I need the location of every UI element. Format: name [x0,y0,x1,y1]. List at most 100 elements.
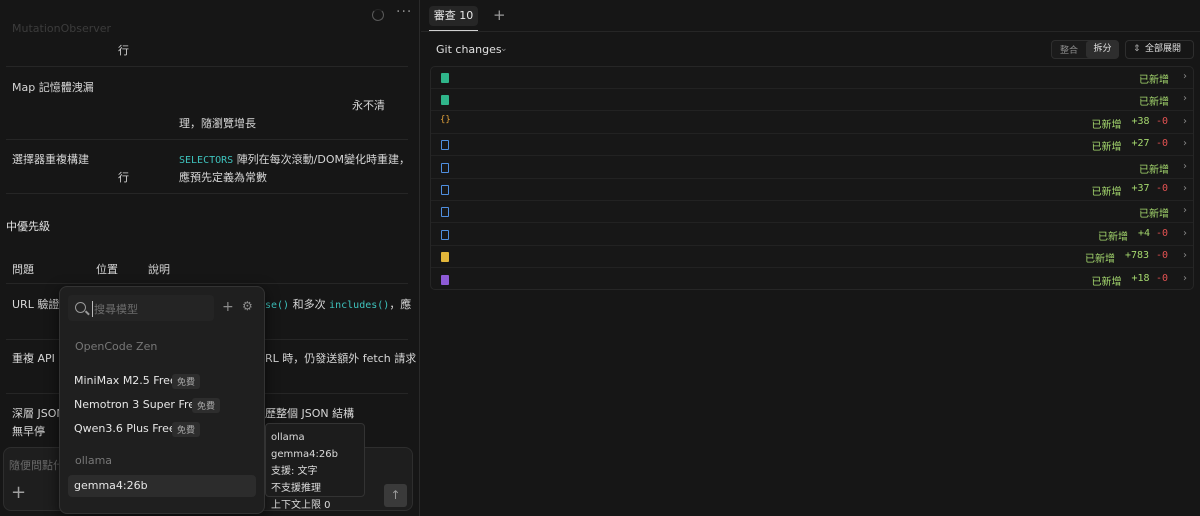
free-badge: 免費 [172,374,201,389]
col-header-issue: 問題 [12,263,34,276]
add-attachment-icon[interactable]: + [11,482,26,503]
chevron-right-icon[interactable]: › [1183,250,1187,261]
chevron-right-icon[interactable]: › [1183,273,1187,284]
image-file-icon [441,274,449,285]
chevron-right-icon[interactable]: › [1183,93,1187,104]
model-name: gemma4:26b [74,479,148,492]
additions-count: +18 [1131,272,1150,284]
deletions-count: -0 [1156,138,1169,150]
status-badge: 已新增 [1091,276,1122,288]
model-search-input[interactable]: 搜尋模型 [68,295,214,321]
model-item-qwen[interactable]: Qwen3.6 Plus Free 免費 [68,418,256,440]
model-item-nemotron[interactable]: Nemotron 3 Super Free 免費 [68,394,256,416]
document-file-icon [441,229,449,240]
document-file-icon [441,185,449,195]
model-info-tooltip: ollama gemma4:26b 支援: 文字 不支援推理 上下文上限 0 [265,423,365,511]
selector-rebuild-desc-a: SELECTORS 陣列在每次滾動/DOM變化時重建， [179,151,410,167]
chevron-right-icon[interactable]: › [1183,71,1187,82]
header-divider [421,31,1200,32]
prompt-placeholder: 隨便問點什 [9,459,64,472]
status-badge: 已新增 [1139,97,1169,109]
unified-view-button[interactable]: 整合 [1052,43,1086,56]
top-fragment: MutationObserver [12,22,112,35]
code-parse: se() [265,300,290,311]
script-file-icon [441,252,449,263]
chevron-right-icon[interactable]: › [1183,183,1187,194]
search-icon [75,302,86,313]
model-item-gemma[interactable]: gemma4:26b [68,475,256,497]
status-badge: 已新增 [1091,142,1122,154]
review-panel: 審查 10 + Git changes ⌄ 整合 拆分 ⇕ 全部展開 已新增 › 已… [421,0,1200,516]
settings-sliders-icon[interactable]: ⚙ [242,299,253,313]
row1-continuation: 行 [118,44,129,57]
chevron-right-icon[interactable]: › [1183,205,1187,216]
code-selectors: SELECTORS [179,155,234,166]
file-row[interactable]: 已新增 › [431,89,1193,112]
model-search-placeholder: 搜尋模型 [92,301,138,317]
split-view-button[interactable]: 拆分 [1086,41,1119,58]
url-desc-tail: ，應 [389,298,412,311]
issue-memory-leak: Map 記憶體洩漏 [12,81,94,94]
additions-count: +783 [1125,250,1150,262]
file-row[interactable]: -0 +18 已新增 › [431,269,1193,289]
issue-deep-json: 深層 JSON [12,407,65,420]
git-changes-title[interactable]: Git changes [436,43,502,56]
code-includes: includes() [329,300,390,311]
file-row[interactable]: {} -0 +38 已新增 › [431,112,1193,134]
free-badge: 免費 [172,422,201,437]
url-desc-mid: 和多次 [292,298,326,311]
deletions-count: -0 [1156,250,1169,262]
additions-count: +38 [1131,115,1150,127]
additions-count: +27 [1131,138,1150,150]
tab-review[interactable]: 審查 10 [429,6,478,26]
expand-icon: ⇕ [1133,44,1141,54]
additions-count: +4 [1138,227,1151,239]
chat-panel: ··· MutationObserver 行 Map 記憶體洩漏 永不清 理，隨… [0,0,420,516]
more-options-icon[interactable]: ··· [396,4,412,20]
status-badge: 已新增 [1085,254,1115,266]
file-row[interactable]: -0 +4 已新增 › [431,224,1193,246]
send-button[interactable]: ↑ [384,484,407,507]
file-row[interactable]: -0 +783 已新增 › [431,246,1193,269]
model-name: Qwen3.6 Plus Free [74,422,176,435]
chevron-right-icon[interactable]: › [1183,138,1187,149]
model-name: Nemotron 3 Super Free [74,398,202,411]
chevron-right-icon[interactable]: › [1183,161,1187,172]
deletions-count: -0 [1156,272,1169,284]
image-file-icon [441,95,449,106]
file-row[interactable]: 已新增 › [431,201,1193,224]
json-file-icon: {} [440,114,451,125]
file-row[interactable]: 已新增 › [431,67,1193,89]
url-validation-desc: se() 和多次 includes()，應 [265,296,411,312]
file-row[interactable]: 已新增 › [431,157,1193,179]
table-divider [6,193,408,194]
chevron-right-icon[interactable]: › [1183,228,1187,239]
file-row[interactable]: -0 +27 已新增 › [431,134,1193,157]
expand-all-button[interactable]: ⇕ 全部展開 [1125,40,1194,59]
tooltip-context: 上下文上限 0 [271,500,331,511]
col-header-description: 說明 [148,263,170,276]
provider-group-ollama: ollama [75,454,113,467]
chevron-down-icon[interactable]: ⌄ [500,44,508,54]
table-divider [6,139,408,140]
chevron-right-icon[interactable]: › [1183,116,1187,127]
selector-desc-text: 陣列在每次滾動/DOM變化時重建， [236,153,411,166]
model-name: MiniMax M2.5 Free [74,374,177,387]
document-file-icon [441,162,449,173]
add-model-icon[interactable]: + [222,299,234,315]
document-file-icon [441,140,449,151]
status-badge: 已新增 [1098,231,1128,243]
additions-count: +37 [1131,183,1150,194]
free-badge: 免費 [192,398,221,413]
file-row[interactable]: -0 +37 已新增 › [431,179,1193,201]
issue-selector-rebuild: 選擇器重複構建 [12,153,89,166]
section-heading-medium-priority: 中優先級 [6,220,50,233]
deletions-count: -0 [1156,115,1169,127]
add-tab-icon[interactable]: + [493,6,506,24]
model-item-minimax[interactable]: MiniMax M2.5 Free 免費 [68,370,256,392]
deep-json-continuation: 無早停 [12,425,45,438]
provider-group-opencode: OpenCode Zen [75,340,158,353]
model-picker-popup: 搜尋模型 + ⚙ OpenCode Zen MiniMax M2.5 Free … [59,286,265,514]
deletions-count: -0 [1156,227,1169,239]
col-header-location: 位置 [96,263,118,276]
